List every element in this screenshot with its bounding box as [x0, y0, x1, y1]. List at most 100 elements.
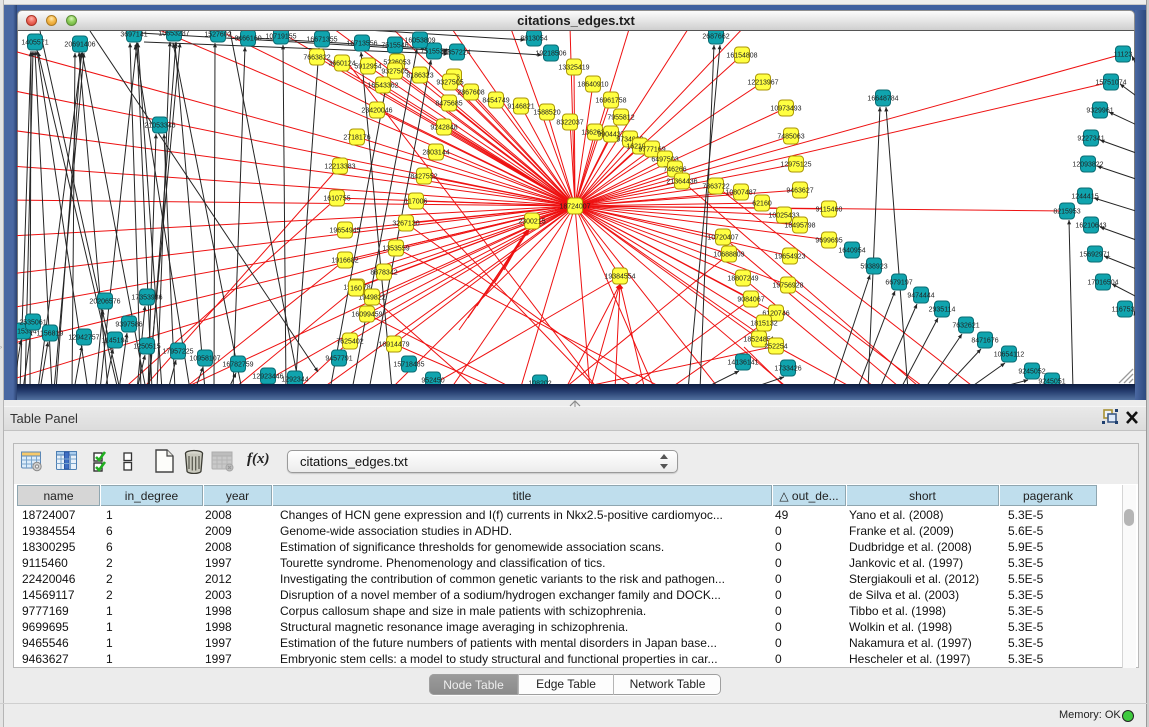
svg-text:12942757: 12942757: [68, 335, 99, 342]
svg-text:18807249: 18807249: [727, 276, 758, 283]
svg-text:252254: 252254: [764, 344, 787, 351]
svg-text:10688809: 10688809: [713, 252, 744, 259]
svg-text:10973493: 10973493: [770, 106, 801, 113]
svg-text:9146821: 9146821: [507, 104, 534, 111]
svg-text:9245052: 9245052: [1018, 369, 1045, 376]
svg-text:1588520: 1588520: [533, 110, 560, 117]
svg-text:1640954: 1640954: [838, 248, 865, 255]
svg-text:10720407: 10720407: [707, 235, 738, 242]
svg-text:9397586: 9397586: [115, 322, 142, 329]
svg-text:9084067: 9084067: [737, 297, 764, 304]
svg-text:23420046: 23420046: [361, 108, 392, 115]
svg-text:12975125: 12975125: [780, 162, 811, 169]
svg-text:18640910: 18640910: [577, 82, 608, 89]
svg-text:62160: 62160: [752, 201, 772, 208]
svg-text:20206576: 20206576: [89, 299, 120, 306]
svg-text:7485063: 7485063: [777, 134, 804, 141]
svg-text:10958107: 10958107: [189, 356, 220, 363]
svg-text:2803144: 2803144: [422, 150, 449, 157]
svg-text:8454749: 8454749: [482, 98, 509, 105]
svg-text:8813054: 8813054: [520, 36, 547, 43]
svg-text:9327505: 9327505: [436, 80, 463, 87]
svg-text:9699695: 9699695: [815, 238, 842, 245]
svg-text:8471676: 8471676: [971, 338, 998, 345]
svg-text:9457791: 9457791: [325, 356, 352, 363]
svg-text:1733426: 1733426: [774, 366, 801, 373]
svg-text:7632621: 7632621: [952, 323, 979, 330]
svg-text:12093822: 12093822: [1072, 162, 1103, 169]
svg-text:15692971: 15692971: [1079, 252, 1110, 259]
svg-text:16099459: 16099459: [351, 312, 382, 319]
svg-text:8215953: 8215953: [1053, 209, 1080, 216]
svg-text:9227341: 9227341: [1077, 136, 1104, 143]
svg-text:1292344: 1292344: [281, 377, 308, 384]
svg-text:2935114: 2935114: [929, 307, 956, 314]
svg-text:108202: 108202: [528, 381, 551, 388]
svg-text:12923446: 12923446: [252, 374, 283, 381]
svg-text:10654112: 10654112: [994, 352, 1025, 359]
svg-text:3660124: 3660124: [328, 61, 355, 68]
svg-text:18724007: 18724007: [559, 204, 590, 211]
svg-text:2687662: 2687662: [702, 34, 729, 41]
svg-text:9242848: 9242848: [430, 125, 457, 132]
svg-text:5912954: 5912954: [354, 64, 381, 71]
svg-text:19654923: 19654923: [774, 254, 805, 261]
svg-text:17016504: 17016504: [1087, 280, 1118, 287]
svg-text:8186323: 8186323: [406, 73, 433, 80]
svg-text:7857224: 7857224: [443, 50, 470, 57]
svg-text:16154808: 16154808: [726, 53, 757, 60]
svg-text:12213383: 12213383: [324, 164, 355, 171]
svg-text:16671355: 16671355: [306, 37, 337, 44]
svg-text:14136141: 14136141: [727, 360, 758, 367]
svg-text:117006: 117006: [405, 199, 428, 206]
svg-text:3697141: 3697141: [120, 32, 147, 39]
svg-text:16713556: 16713556: [346, 41, 377, 48]
svg-text:10653287: 10653287: [158, 31, 189, 38]
svg-text:19384554: 19384554: [604, 274, 635, 281]
svg-text:3267130: 3267130: [392, 221, 419, 228]
svg-text:21053346: 21053346: [144, 123, 175, 130]
svg-text:19756928: 19756928: [772, 283, 803, 290]
svg-text:1167531: 1167531: [1112, 307, 1139, 314]
svg-text:1156819: 1156819: [37, 331, 64, 338]
svg-text:2300215: 2300215: [518, 219, 545, 226]
svg-text:5938923: 5938923: [860, 264, 887, 271]
svg-text:160: 160: [350, 286, 362, 293]
svg-text:8322037: 8322037: [556, 120, 583, 127]
svg-text:17353936: 17353936: [131, 295, 162, 302]
svg-text:7955812: 7955812: [607, 115, 634, 122]
svg-text:20691406: 20691406: [64, 42, 95, 49]
svg-text:7625402: 7625402: [336, 339, 363, 346]
svg-text:13325419: 13325419: [558, 65, 589, 72]
svg-text:9115460: 9115460: [816, 207, 843, 214]
svg-text:1815132: 1815132: [750, 321, 777, 328]
svg-text:1527602: 1527602: [204, 32, 231, 39]
svg-text:6466160: 6466160: [234, 36, 261, 43]
svg-text:1405571: 1405571: [21, 40, 48, 47]
svg-text:16961758: 16961758: [595, 98, 626, 105]
svg-text:9327505: 9327505: [381, 69, 408, 76]
svg-text:9474444: 9474444: [907, 293, 934, 300]
svg-text:16782759: 16782759: [222, 362, 253, 369]
svg-text:8427552: 8427552: [410, 174, 437, 181]
svg-text:8878342: 8878342: [370, 270, 397, 277]
svg-text:1353559: 1353559: [382, 246, 409, 253]
svg-text:15751074: 15751074: [1095, 80, 1126, 87]
svg-text:16914479: 16914479: [378, 342, 409, 349]
svg-text:2535061: 2535061: [19, 320, 46, 327]
svg-text:1610755: 1610755: [323, 196, 350, 203]
svg-text:1317: 1317: [1138, 46, 1149, 53]
svg-text:19654945: 19654945: [329, 228, 360, 235]
svg-text:9463627: 9463627: [786, 188, 813, 195]
svg-text:16648784: 16648784: [867, 96, 898, 103]
svg-text:21364436: 21364436: [666, 179, 697, 186]
svg-text:2867608: 2867608: [457, 90, 484, 97]
svg-text:16210643: 16210643: [1075, 223, 1106, 230]
svg-text:16053809: 16053809: [404, 38, 435, 45]
svg-text:6679197: 6679197: [885, 280, 912, 287]
svg-text:16543362: 16543362: [367, 83, 398, 90]
svg-text:7663822: 7663822: [303, 55, 330, 62]
svg-text:11123: 11123: [1114, 52, 1133, 59]
svg-text:9245051: 9245051: [1038, 379, 1065, 386]
svg-text:2718176: 2718176: [343, 135, 370, 142]
